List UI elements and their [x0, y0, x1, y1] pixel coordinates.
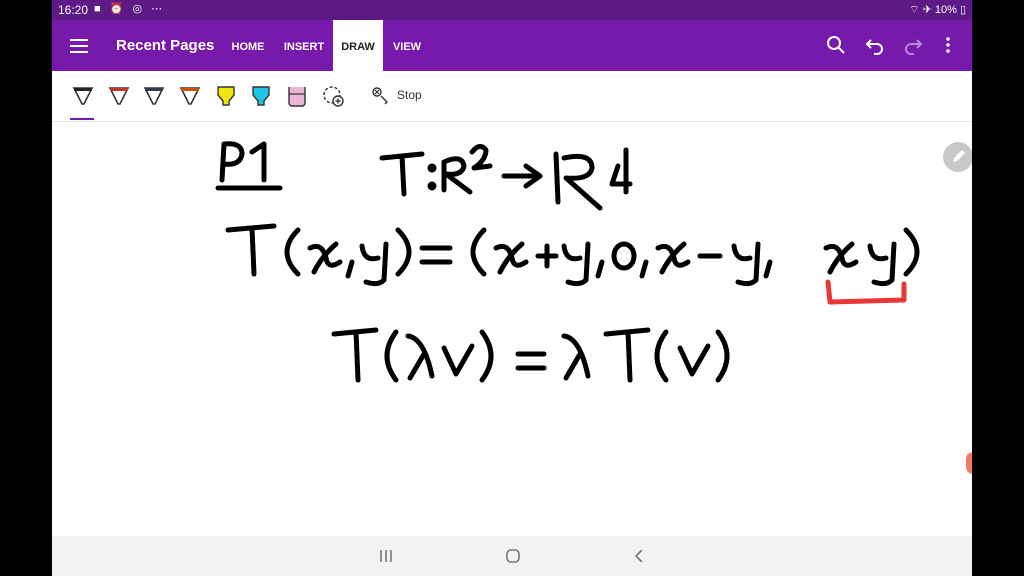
mapping-t-r2-r4 [379, 144, 633, 211]
device-screen: 16:20 ■ ⏰ ◎ ⋯ ⌔ ✈ 10% ▯ Recent Pages HOM… [52, 0, 972, 576]
status-bar: 16:20 ■ ⏰ ◎ ⋯ ⌔ ✈ 10% ▯ [52, 0, 972, 20]
recent-apps-icon[interactable] [377, 547, 395, 565]
hamburger-menu-icon[interactable] [68, 35, 90, 57]
pen-orange-icon[interactable] [177, 83, 203, 109]
scroll-handle[interactable] [966, 452, 972, 474]
back-icon[interactable] [631, 547, 649, 565]
status-right: ⌔ ✈ 10% ▯ [909, 3, 966, 17]
app-bar: Recent Pages HOME INSERT DRAW VIEW [52, 20, 972, 71]
pen-black-icon[interactable] [70, 83, 96, 109]
pen-dark-icon[interactable] [141, 83, 167, 109]
note-canvas[interactable] [52, 122, 972, 536]
draw-ribbon: Stop [52, 71, 972, 122]
system-nav-bar [52, 536, 972, 576]
pen-red-icon[interactable] [106, 83, 132, 109]
tab-home[interactable]: HOME [224, 20, 272, 71]
edit-fab[interactable] [943, 142, 972, 172]
notification-icons: ■ ⏰ ◎ ⋯ [94, 3, 166, 15]
label-p1 [215, 141, 283, 191]
pencil-icon [953, 150, 965, 162]
selected-tool-indicator [70, 118, 94, 120]
xy-bracket-annotation [825, 279, 907, 305]
highlighter-yellow-icon[interactable] [213, 83, 239, 109]
undo-icon[interactable] [864, 34, 886, 56]
battery-level: 10% [934, 4, 957, 16]
app-title[interactable]: Recent Pages [116, 37, 214, 54]
redo-icon[interactable] [902, 34, 924, 56]
more-options-icon[interactable] [937, 34, 959, 56]
search-icon[interactable] [825, 34, 847, 56]
airplane-icon: ✈ [922, 4, 932, 16]
highlighter-pink-icon[interactable] [284, 83, 310, 109]
definition-line [225, 223, 920, 287]
tab-insert[interactable]: INSERT [278, 20, 330, 71]
lasso-add-icon[interactable] [320, 83, 346, 109]
battery-icon: ▯ [959, 4, 966, 16]
home-icon[interactable] [504, 547, 522, 565]
tab-view[interactable]: VIEW [387, 20, 427, 71]
ink-to-shape-icon[interactable] [368, 83, 394, 109]
stop-button[interactable]: Stop [397, 88, 422, 102]
homogeneity-line [331, 327, 730, 383]
status-time: 16:20 [58, 3, 89, 17]
wifi-icon: ⌔ [909, 4, 920, 16]
tab-draw[interactable]: DRAW [333, 20, 383, 71]
highlighter-cyan-icon[interactable] [248, 83, 274, 109]
